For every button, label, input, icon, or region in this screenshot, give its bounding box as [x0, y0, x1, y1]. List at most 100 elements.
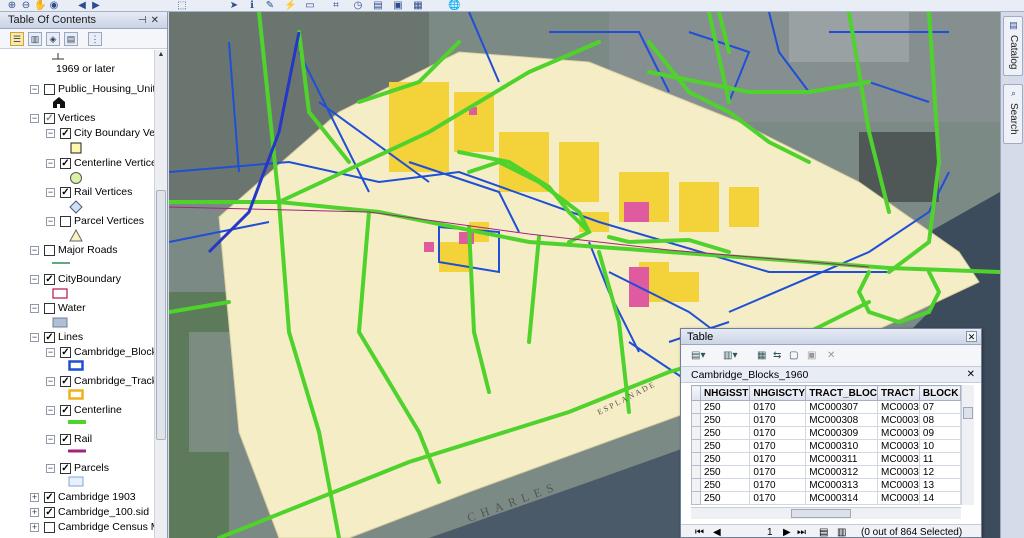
row-selector[interactable]: [691, 400, 701, 414]
table-cell[interactable]: 250: [699, 400, 751, 414]
next-record-icon[interactable]: ▶: [783, 525, 791, 537]
table-cell[interactable]: 0170: [749, 413, 807, 427]
table-cell[interactable]: 250: [699, 478, 751, 492]
previous-record-icon[interactable]: ◀: [713, 525, 721, 537]
row-selector-header[interactable]: [691, 385, 701, 401]
show-selected-records-icon[interactable]: ▥: [837, 525, 846, 537]
layer-checkbox[interactable]: [44, 303, 55, 314]
table-cell[interactable]: 07: [918, 400, 961, 414]
table-cell[interactable]: MC000308: [805, 413, 878, 427]
layer-checkbox[interactable]: ✓: [60, 376, 71, 387]
collapse-icon[interactable]: −: [46, 188, 55, 197]
layer-checkbox[interactable]: [44, 522, 55, 533]
list-by-drawing-order-icon[interactable]: ☰: [10, 32, 24, 46]
table-cell[interactable]: 12: [918, 465, 961, 479]
layer-checkbox[interactable]: ✓: [60, 434, 71, 445]
list-by-selection-icon[interactable]: ▤: [64, 32, 78, 46]
table-cell[interactable]: 0170: [749, 426, 807, 440]
expand-icon[interactable]: +: [30, 493, 39, 502]
table-cell[interactable]: MC0003: [876, 400, 920, 414]
table-cell[interactable]: MC0003: [876, 439, 920, 453]
collapse-icon[interactable]: −: [30, 85, 39, 94]
find-icon[interactable]: ✎: [264, 0, 276, 11]
table-cell[interactable]: MC0003: [876, 426, 920, 440]
toc-options-icon[interactable]: ⋮: [88, 32, 102, 46]
time-slider-icon[interactable]: ◷: [352, 0, 364, 11]
column-header[interactable]: TRACT_BLOC: [805, 385, 878, 401]
toc-scrollbar[interactable]: ▲: [154, 50, 167, 538]
table-cell[interactable]: 0170: [749, 465, 807, 479]
pin-icon[interactable]: ⊣: [138, 15, 151, 26]
table-cell[interactable]: 0170: [749, 452, 807, 466]
table-cell[interactable]: MC0003: [876, 413, 920, 427]
collapse-icon[interactable]: −: [46, 464, 55, 473]
table-cell[interactable]: 13: [918, 478, 961, 492]
table-cell[interactable]: 250: [699, 465, 751, 479]
first-record-icon[interactable]: ⏮: [695, 525, 704, 537]
table-cell[interactable]: 10: [918, 439, 961, 453]
table-cell[interactable]: MC000313: [805, 478, 878, 492]
table-cell[interactable]: MC0003: [876, 491, 920, 505]
zoom-in-icon[interactable]: ⊕: [6, 0, 18, 11]
table-cell[interactable]: MC000307: [805, 400, 878, 414]
collapse-icon[interactable]: −: [46, 217, 55, 226]
collapse-icon[interactable]: −: [46, 348, 55, 357]
table-row[interactable]: 250 0170 MC000313 MC0003 13: [691, 478, 961, 492]
collapse-icon[interactable]: −: [46, 435, 55, 444]
layer-checkbox[interactable]: ✓: [44, 492, 55, 503]
zoom-out-icon[interactable]: ⊖: [20, 0, 32, 11]
last-record-icon[interactable]: ⏭: [797, 525, 806, 537]
record-number[interactable]: 1: [767, 525, 773, 537]
table-cell[interactable]: MC000310: [805, 439, 878, 453]
scroll-thumb[interactable]: [156, 190, 166, 440]
table-horizontal-scrollbar[interactable]: [691, 507, 961, 519]
table-cell[interactable]: MC000314: [805, 491, 878, 505]
row-selector[interactable]: [691, 426, 701, 440]
table-cell[interactable]: MC0003: [876, 452, 920, 466]
related-tables-icon[interactable]: ▥▾: [723, 349, 737, 363]
collapse-icon[interactable]: −: [46, 377, 55, 386]
table-layer-tab[interactable]: Cambridge_Blocks_1960 ✕: [681, 367, 981, 383]
table-cell[interactable]: 14: [918, 491, 961, 505]
row-selector[interactable]: [691, 439, 701, 453]
table-row[interactable]: 250 0170 MC000310 MC0003 10: [691, 439, 961, 453]
collapse-icon[interactable]: −: [46, 129, 55, 138]
table-row[interactable]: 250 0170 MC000308 MC0003 08: [691, 413, 961, 427]
column-header[interactable]: NHGISST: [699, 385, 751, 401]
collapse-icon[interactable]: −: [30, 114, 39, 123]
column-header[interactable]: NHGISCTY: [749, 385, 807, 401]
column-header[interactable]: BLOCK: [918, 385, 961, 401]
table-cell[interactable]: 0170: [749, 478, 807, 492]
collapse-icon[interactable]: −: [46, 406, 55, 415]
measure-icon[interactable]: ▭: [304, 0, 316, 11]
layer-checkbox[interactable]: ✓: [44, 113, 55, 124]
table-cell[interactable]: MC000311: [805, 452, 878, 466]
toolbox-icon[interactable]: ▤: [372, 0, 384, 11]
python-icon[interactable]: ▣: [392, 0, 404, 11]
table-cell[interactable]: 250: [699, 413, 751, 427]
layer-checkbox[interactable]: ✓: [44, 274, 55, 285]
table-cell[interactable]: 250: [699, 452, 751, 466]
catalog-tab[interactable]: ▤ Catalog: [1003, 16, 1023, 76]
model-builder-icon[interactable]: ▦: [412, 0, 424, 11]
layer-checkbox[interactable]: ✓: [60, 347, 71, 358]
table-cell[interactable]: 0170: [749, 491, 807, 505]
table-cell[interactable]: 250: [699, 491, 751, 505]
row-selector[interactable]: [691, 478, 701, 492]
close-tab-icon[interactable]: ✕: [967, 367, 975, 383]
html-popup-icon[interactable]: ⌗: [330, 0, 342, 11]
select-elements-icon[interactable]: ➤: [228, 0, 240, 11]
scroll-thumb[interactable]: [791, 509, 851, 518]
table-cell[interactable]: 0170: [749, 439, 807, 453]
hyperlink-icon[interactable]: ⚡: [284, 0, 296, 11]
layer-checkbox[interactable]: [44, 84, 55, 95]
table-cell[interactable]: MC000309: [805, 426, 878, 440]
select-features-icon[interactable]: ⬚: [176, 0, 188, 11]
globe-icon[interactable]: 🌐: [448, 0, 460, 11]
row-selector[interactable]: [691, 491, 701, 505]
table-cell[interactable]: MC0003: [876, 465, 920, 479]
layer-checkbox[interactable]: ✓: [44, 507, 55, 518]
table-row[interactable]: 250 0170 MC000312 MC0003 12: [691, 465, 961, 479]
zoom-to-selected-icon[interactable]: ▣: [807, 349, 816, 363]
scroll-thumb[interactable]: [963, 407, 973, 419]
